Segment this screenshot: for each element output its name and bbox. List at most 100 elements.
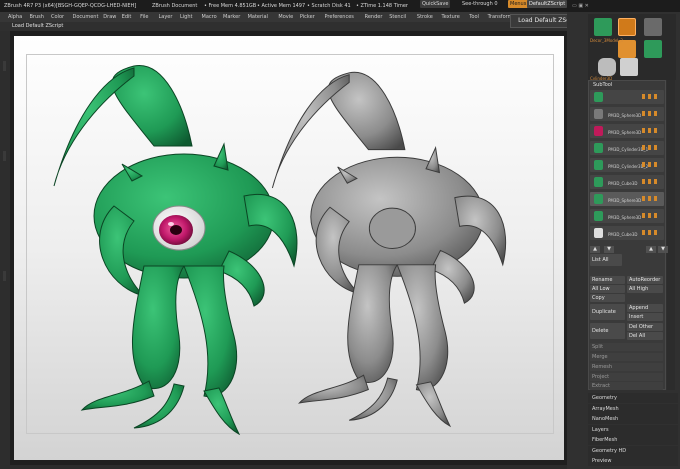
arrow-up-icon[interactable]: ▲ [590,246,600,253]
menu-stroke[interactable]: Stroke [417,12,433,22]
menu-color[interactable]: Color [51,12,64,22]
arrow-down-icon[interactable]: ▼ [604,246,614,253]
tool-palette-thumbnails: Decor_3Model_3 Cylinder3D [588,14,676,81]
section-arraymesh[interactable]: ArrayMesh [588,403,678,414]
quicksave-button[interactable]: QuickSave [420,0,451,8]
all-low-button[interactable]: All Low [590,285,625,293]
visibility-toggle-icon[interactable] [642,179,660,184]
left-shelf [0,31,10,469]
subtool-name: PM3D_Sphere3D [608,130,642,135]
tool-thumb[interactable] [620,58,638,76]
menu-marker[interactable]: Marker [223,12,240,22]
app-title: ZBrush 4R7 P3 (x64)[BSGH-GQEP-QCDG-LHED-… [4,3,137,9]
menu-preferences[interactable]: Preferences [325,12,354,22]
tool-thumb[interactable] [618,18,636,36]
menu-file[interactable]: File [140,12,148,22]
document-canvas[interactable] [14,36,564,460]
menu-draw[interactable]: Draw [103,12,116,22]
subtool-row[interactable]: PM3D_Cube3D [590,175,664,189]
visibility-toggle-icon[interactable] [642,111,660,116]
menu-tool[interactable]: Tool [469,12,479,22]
visibility-toggle-icon[interactable] [642,196,660,201]
section-preview[interactable]: Preview [588,456,678,466]
section-nanomesh[interactable]: NanoMesh [588,414,678,424]
subtool-thumb-icon [594,211,603,221]
menus-button[interactable]: Menus [508,0,529,8]
visibility-toggle-icon[interactable] [642,94,660,99]
menu-edit[interactable]: Edit [122,12,132,22]
subtool-name: PM3D_Cube3D [608,232,638,237]
subtool-nav: ▲ ▼ ▲ ▼ [590,246,668,254]
visibility-toggle-icon[interactable] [642,162,660,167]
menu-brush[interactable]: Brush [30,12,44,22]
menu-texture[interactable]: Texture [442,12,460,22]
append-button[interactable]: Append [627,304,663,312]
subtool-thumb-icon [594,109,603,119]
subtool-thumb-icon [594,228,603,238]
del-other-button[interactable]: Del Other [627,323,663,331]
rename-button[interactable]: Rename [590,276,625,284]
visibility-toggle-icon[interactable] [642,230,660,235]
all-high-button[interactable]: All High [627,285,663,293]
merge-button[interactable]: Merge [590,353,663,361]
subtool-thumb-icon [594,92,603,102]
subtool-thumb-icon [594,126,603,136]
window-controls[interactable]: ▭ ▣ ✕ [572,0,589,12]
seethrough-slider[interactable]: See-through 0 [460,0,500,8]
arrow-up-icon[interactable]: ▲ [646,246,656,253]
gray-creature [271,71,507,428]
visibility-toggle-icon[interactable] [642,213,660,218]
thumb-label: Decor_3Model_3 [590,38,623,43]
scratch-disk: • Scratch Disk 41 [307,3,351,9]
delete-button[interactable]: Delete [590,323,625,339]
menu-picker[interactable]: Picker [300,12,315,22]
shelf-tick [3,61,6,71]
section-fibermesh[interactable]: FiberMesh [588,435,678,445]
menu-light[interactable]: Light [180,12,192,22]
autoreorder-button[interactable]: AutoReorder [627,276,663,284]
subtool-row[interactable]: PM3D_Cylinder3D_1 [590,141,664,155]
tool-thumb[interactable] [594,18,612,36]
menu-stencil[interactable]: Stencil [389,12,406,22]
section-geometry[interactable]: Geometry [588,393,678,403]
visibility-toggle-icon[interactable] [642,128,660,133]
tool-thumb[interactable] [644,40,662,58]
star-tool-thumb[interactable] [644,18,662,36]
list-all-button[interactable]: List All [590,254,622,266]
section-layers[interactable]: Layers [588,424,678,435]
extract-button[interactable]: Extract [590,382,663,390]
subtool-row[interactable]: PM3D_Sphere3D [590,209,664,223]
section-geometry-hd[interactable]: Geometry HD [588,445,678,456]
subtool-scrollbar[interactable] [667,80,675,390]
copy-button[interactable]: Copy [590,294,625,302]
menu-transform[interactable]: Transform [488,12,513,22]
menu-material[interactable]: Material [248,12,268,22]
subtool-row[interactable]: PM3D_Sphere3D [590,124,664,138]
default-zscript-button[interactable]: DefaultZScript [527,0,568,8]
shelf-tick [3,151,6,161]
menu-macro[interactable]: Macro [202,12,217,22]
tool-thumb[interactable] [598,58,616,76]
creature-render [53,65,507,436]
del-all-button[interactable]: Del All [627,332,663,340]
remesh-button[interactable]: Remesh [590,363,663,371]
menu-alpha[interactable]: Alpha [8,12,22,22]
menu-movie[interactable]: Movie [278,12,293,22]
subtool-name: PM3D_Sphere3D [608,113,642,118]
duplicate-button[interactable]: Duplicate [590,304,625,320]
insert-button[interactable]: Insert [627,313,663,321]
menu-document[interactable]: Document [73,12,99,22]
subtool-row[interactable]: PM3D_Cube3D [590,226,664,240]
subtool-row[interactable] [590,90,664,104]
visibility-toggle-icon[interactable] [642,145,660,150]
subtool-row[interactable]: PM3D_Cylinder3D_2 [590,158,664,172]
project-button[interactable]: Project [590,373,663,381]
menu-render[interactable]: Render [365,12,383,22]
subtool-row[interactable]: PM3D_Sphere3D [590,192,664,206]
arrow-down-icon[interactable]: ▼ [658,246,668,253]
active-mem: • Active Mem 1497 [257,3,306,9]
menu-layer[interactable]: Layer [159,12,173,22]
subtool-row[interactable]: PM3D_Sphere3D [590,107,664,121]
shelf-tick [3,271,6,281]
split-button[interactable]: Split [590,343,663,351]
